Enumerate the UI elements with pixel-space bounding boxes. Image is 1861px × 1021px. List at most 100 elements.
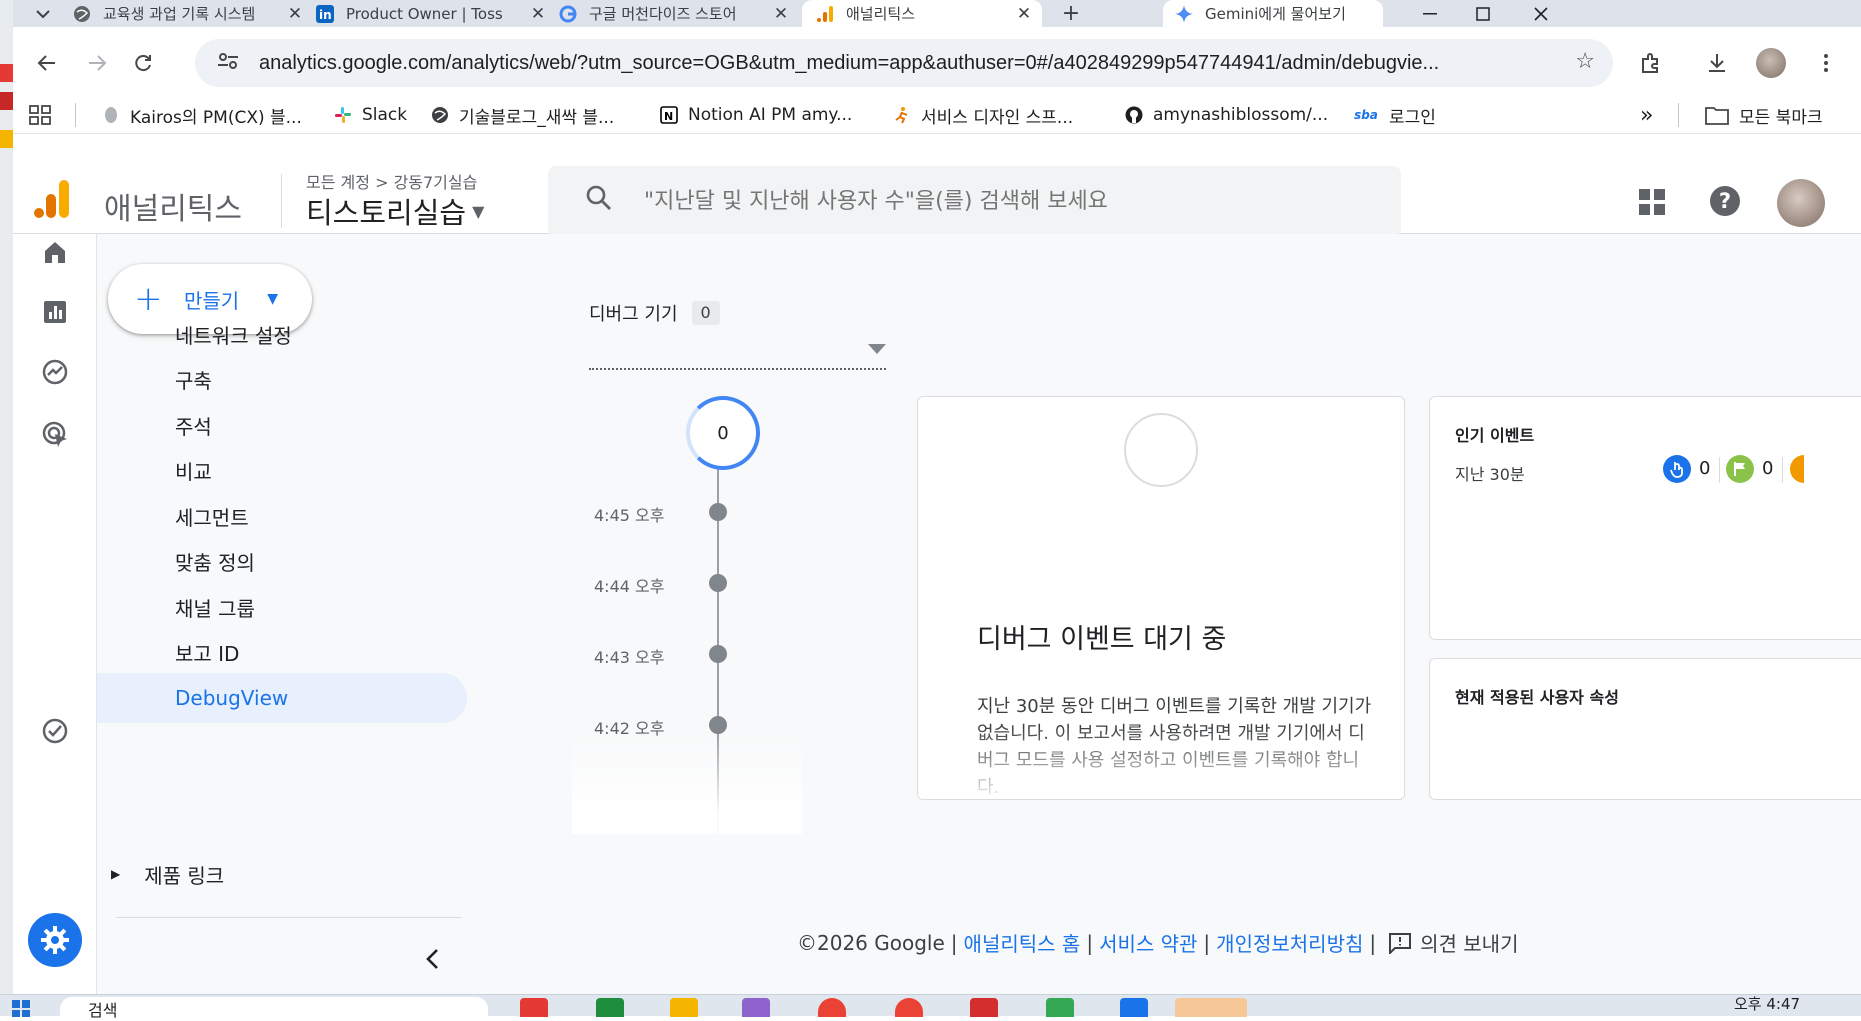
caret-down-icon[interactable] xyxy=(868,344,886,354)
close-icon[interactable]: ✕ xyxy=(285,4,305,24)
timeline-time: 4:45 오후 xyxy=(594,506,665,525)
timeline-minute[interactable]: 4:45 오후 xyxy=(572,500,802,525)
nav-item-channel-groups[interactable]: 채널 그룹 xyxy=(97,582,467,632)
nav-item-segments[interactable]: 세그먼트 xyxy=(97,491,467,541)
taskbar-app-icon[interactable] xyxy=(970,998,998,1017)
chrome-menu-button[interactable] xyxy=(1808,45,1844,81)
puzzle-icon xyxy=(1642,53,1658,73)
rail-configure-button[interactable] xyxy=(35,711,75,751)
bookmark-item[interactable]: Slack xyxy=(334,97,407,133)
debugview-main: 디버그 기기 0 0 4:45 오후 4:44 오후 4:43 오후 4:42 … xyxy=(472,234,1861,994)
admin-settings-button[interactable] xyxy=(28,913,82,967)
runner-icon xyxy=(893,106,911,124)
windows-start-icon[interactable] xyxy=(12,1000,30,1018)
nav-item-comparisons[interactable]: 비교 xyxy=(97,445,467,495)
privacy-link[interactable]: 개인정보처리방침 xyxy=(1216,928,1363,957)
search-icon xyxy=(586,185,616,217)
nav-item-debugview[interactable]: DebugView xyxy=(97,673,467,723)
nav-item-build[interactable]: 구축 xyxy=(97,354,467,404)
rail-reports-button[interactable] xyxy=(35,292,75,332)
product-links-toggle[interactable]: ▶ 제품 링크 xyxy=(111,854,224,894)
browser-tab[interactable]: 구글 머천다이즈 스토어 ✕ xyxy=(559,0,791,27)
taskbar-app-icon[interactable] xyxy=(895,998,923,1017)
event-count: 0 xyxy=(1762,458,1774,479)
nav-item-annotations[interactable]: 주석 xyxy=(97,400,467,450)
browser-tab[interactable]: 교육생 과업 기록 시스템 ✕ xyxy=(73,0,305,27)
taskbar-app-icon[interactable] xyxy=(1046,998,1074,1017)
taskbar-app-icon[interactable] xyxy=(670,998,698,1017)
maximize-icon xyxy=(1476,6,1490,21)
tab-title: 교육생 과업 기록 시스템 xyxy=(103,5,256,23)
nav-item-reporting-identity[interactable]: 보고 ID xyxy=(97,627,467,677)
taskbar-app-icon[interactable] xyxy=(596,998,624,1017)
close-icon[interactable]: ✕ xyxy=(528,4,548,24)
bookmark-item[interactable]: sba 로그인 xyxy=(1353,97,1436,133)
rail-advertising-button[interactable] xyxy=(35,414,75,454)
analytics-home-link[interactable]: 애널리틱스 홈 xyxy=(964,928,1081,957)
collapse-nav-button[interactable] xyxy=(417,944,447,974)
profile-button[interactable] xyxy=(1753,45,1789,81)
account-avatar[interactable] xyxy=(1777,179,1825,227)
taskbar-app-icon[interactable] xyxy=(1120,998,1148,1017)
nav-item-network-settings[interactable]: 네트워크 설정 xyxy=(97,309,467,359)
timeline-minute[interactable]: 4:43 오후 xyxy=(572,642,802,667)
nav-item-custom-definitions[interactable]: 맞춤 정의 xyxy=(97,536,467,586)
back-button[interactable] xyxy=(29,45,65,81)
bookmark-item[interactable]: amynashiblossom/... xyxy=(1125,97,1328,133)
browser-tab[interactable]: in Product Owner | Toss ✕ xyxy=(316,0,548,27)
forward-button[interactable] xyxy=(79,45,115,81)
flag-event-icon xyxy=(1726,455,1754,483)
all-bookmarks-button[interactable]: 모든 북마크 xyxy=(1705,97,1823,133)
taskbar-app-icon[interactable] xyxy=(742,998,770,1017)
feedback-icon[interactable] xyxy=(1388,932,1412,954)
search-input[interactable] xyxy=(642,187,1342,215)
extensions-button[interactable] xyxy=(1633,45,1669,81)
bookmark-label: 서비스 디자인 스프... xyxy=(921,107,1074,128)
maximize-button[interactable] xyxy=(1459,0,1507,27)
taskbar-app-icon[interactable] xyxy=(520,998,548,1017)
bookmark-item[interactable]: Kairos의 PM(CX) 블... xyxy=(102,97,302,133)
tab-title: Product Owner | Toss xyxy=(346,4,503,23)
new-tab-button[interactable]: + xyxy=(1053,0,1089,27)
terms-link[interactable]: 서비스 약관 xyxy=(1099,928,1197,957)
debug-device-selector[interactable]: 디버그 기기 0 xyxy=(589,300,720,326)
address-bar[interactable]: analytics.google.com/analytics/web/?utm_… xyxy=(195,39,1613,87)
ga-search-bar[interactable] xyxy=(548,166,1401,236)
timeline-minute[interactable]: 4:44 오후 xyxy=(572,571,802,596)
apps-shortcut[interactable] xyxy=(29,97,51,133)
browser-tab-strip: 교육생 과업 기록 시스템 ✕ in Product Owner | Toss … xyxy=(13,0,1861,27)
tab-search-button[interactable] xyxy=(23,0,63,27)
bookmarks-overflow-button[interactable]: » xyxy=(1640,97,1653,133)
site-settings-icon[interactable] xyxy=(217,52,243,74)
help-icon[interactable]: ? xyxy=(1710,186,1740,216)
taskbar-app-icon[interactable] xyxy=(818,998,846,1017)
window-close-button[interactable] xyxy=(1517,0,1565,27)
minimize-button[interactable] xyxy=(1406,0,1454,27)
caret-right-icon: ▶ xyxy=(111,867,121,881)
gemini-button[interactable]: Gemini에게 물어보기 xyxy=(1163,0,1383,27)
desktop-app-fragment xyxy=(0,130,13,148)
downloads-button[interactable] xyxy=(1699,45,1735,81)
rail-explore-button[interactable] xyxy=(35,352,75,392)
user-properties-title: 현재 적용된 사용자 속성 xyxy=(1455,688,1619,707)
browser-tab-active[interactable]: 애널리틱스 ✕ xyxy=(802,0,1042,27)
bookmark-item[interactable]: 서비스 디자인 스프... xyxy=(893,97,1073,133)
send-feedback-link[interactable]: 의견 보내기 xyxy=(1420,928,1518,957)
nav-item-label: 네트워크 설정 xyxy=(175,323,292,348)
taskbar-app-icon[interactable] xyxy=(1175,998,1247,1017)
rail-home-button[interactable] xyxy=(35,232,75,272)
close-icon[interactable]: ✕ xyxy=(1014,4,1034,24)
product-name[interactable]: 애널리틱스 xyxy=(104,184,242,228)
url-text[interactable]: analytics.google.com/analytics/web/?utm_… xyxy=(259,52,1549,75)
bookmark-star-icon[interactable]: ☆ xyxy=(1575,49,1595,74)
taskbar-clock[interactable]: 오후 4:47 xyxy=(1734,993,1800,1014)
footer-separator: | xyxy=(1369,930,1377,955)
property-selector[interactable]: 티스토리실습 ▼ xyxy=(306,190,484,232)
close-icon[interactable]: ✕ xyxy=(771,4,791,24)
analytics-logo-icon[interactable] xyxy=(31,178,73,220)
bookmark-item[interactable]: 기술블로그_새싹 블... xyxy=(431,97,614,133)
bookmark-item[interactable]: N Notion AI PM amy... xyxy=(660,97,852,133)
reload-button[interactable] xyxy=(125,45,161,81)
apps-grid-icon[interactable] xyxy=(1638,188,1666,216)
browser-toolbar: analytics.google.com/analytics/web/?utm_… xyxy=(13,27,1861,133)
